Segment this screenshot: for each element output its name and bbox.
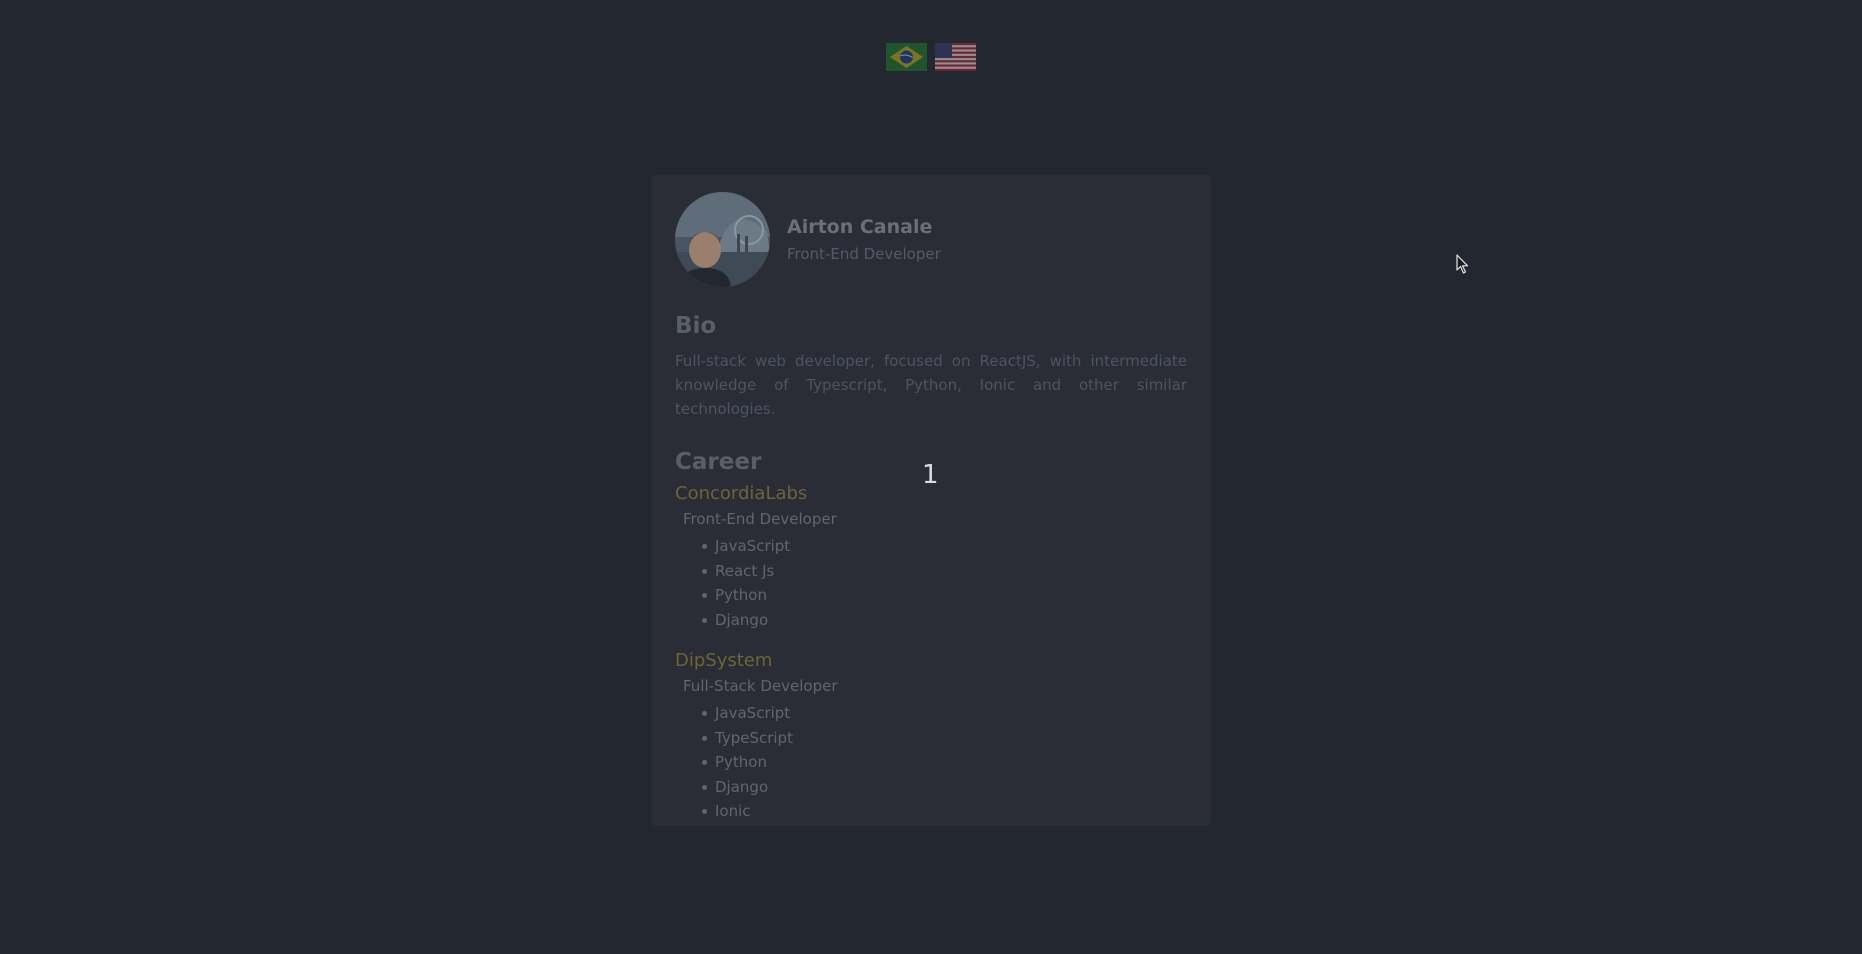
identity: Airton Canale Front-End Developer	[787, 216, 941, 263]
career-job: ConcordiaLabs Front-End Developer JavaSc…	[675, 483, 1187, 632]
skill-item: Django	[702, 775, 1187, 800]
skill-list: JavaScript TypeScript Python Django Ioni…	[675, 701, 1187, 824]
skill-item: JavaScript	[702, 701, 1187, 726]
language-switcher	[886, 43, 976, 71]
skill-item: Python	[702, 750, 1187, 775]
company-name: DipSystem	[675, 650, 773, 671]
avatar	[675, 191, 770, 287]
skill-list: JavaScript React Js Python Django	[675, 534, 1187, 632]
overlay-counter: 1	[922, 460, 939, 490]
profile-title: Front-End Developer	[787, 244, 941, 263]
job-role: Front-End Developer	[683, 510, 837, 528]
skill-item: Python	[702, 583, 1187, 608]
bio-heading: Bio	[675, 313, 717, 339]
skill-item: React Js	[702, 559, 1187, 584]
profile-header: Airton Canale Front-End Developer	[675, 191, 1187, 287]
career-job: DipSystem Full-Stack Developer JavaScrip…	[675, 650, 1187, 824]
usa-flag-icon[interactable]	[935, 43, 976, 71]
job-role: Full-Stack Developer	[683, 677, 838, 695]
profile-card: Airton Canale Front-End Developer Bio Fu…	[651, 175, 1211, 826]
skill-item: Ionic	[702, 799, 1187, 824]
mouse-cursor-icon	[1456, 254, 1469, 274]
skill-item: Django	[702, 608, 1187, 633]
skill-item: TypeScript	[702, 726, 1187, 751]
profile-name: Airton Canale	[787, 215, 933, 238]
brazil-flag-icon[interactable]	[886, 43, 927, 71]
profile-photo	[675, 191, 770, 287]
skill-item: JavaScript	[702, 534, 1187, 559]
bio-text: Full-stack web developer, focused on Rea…	[675, 352, 1187, 418]
